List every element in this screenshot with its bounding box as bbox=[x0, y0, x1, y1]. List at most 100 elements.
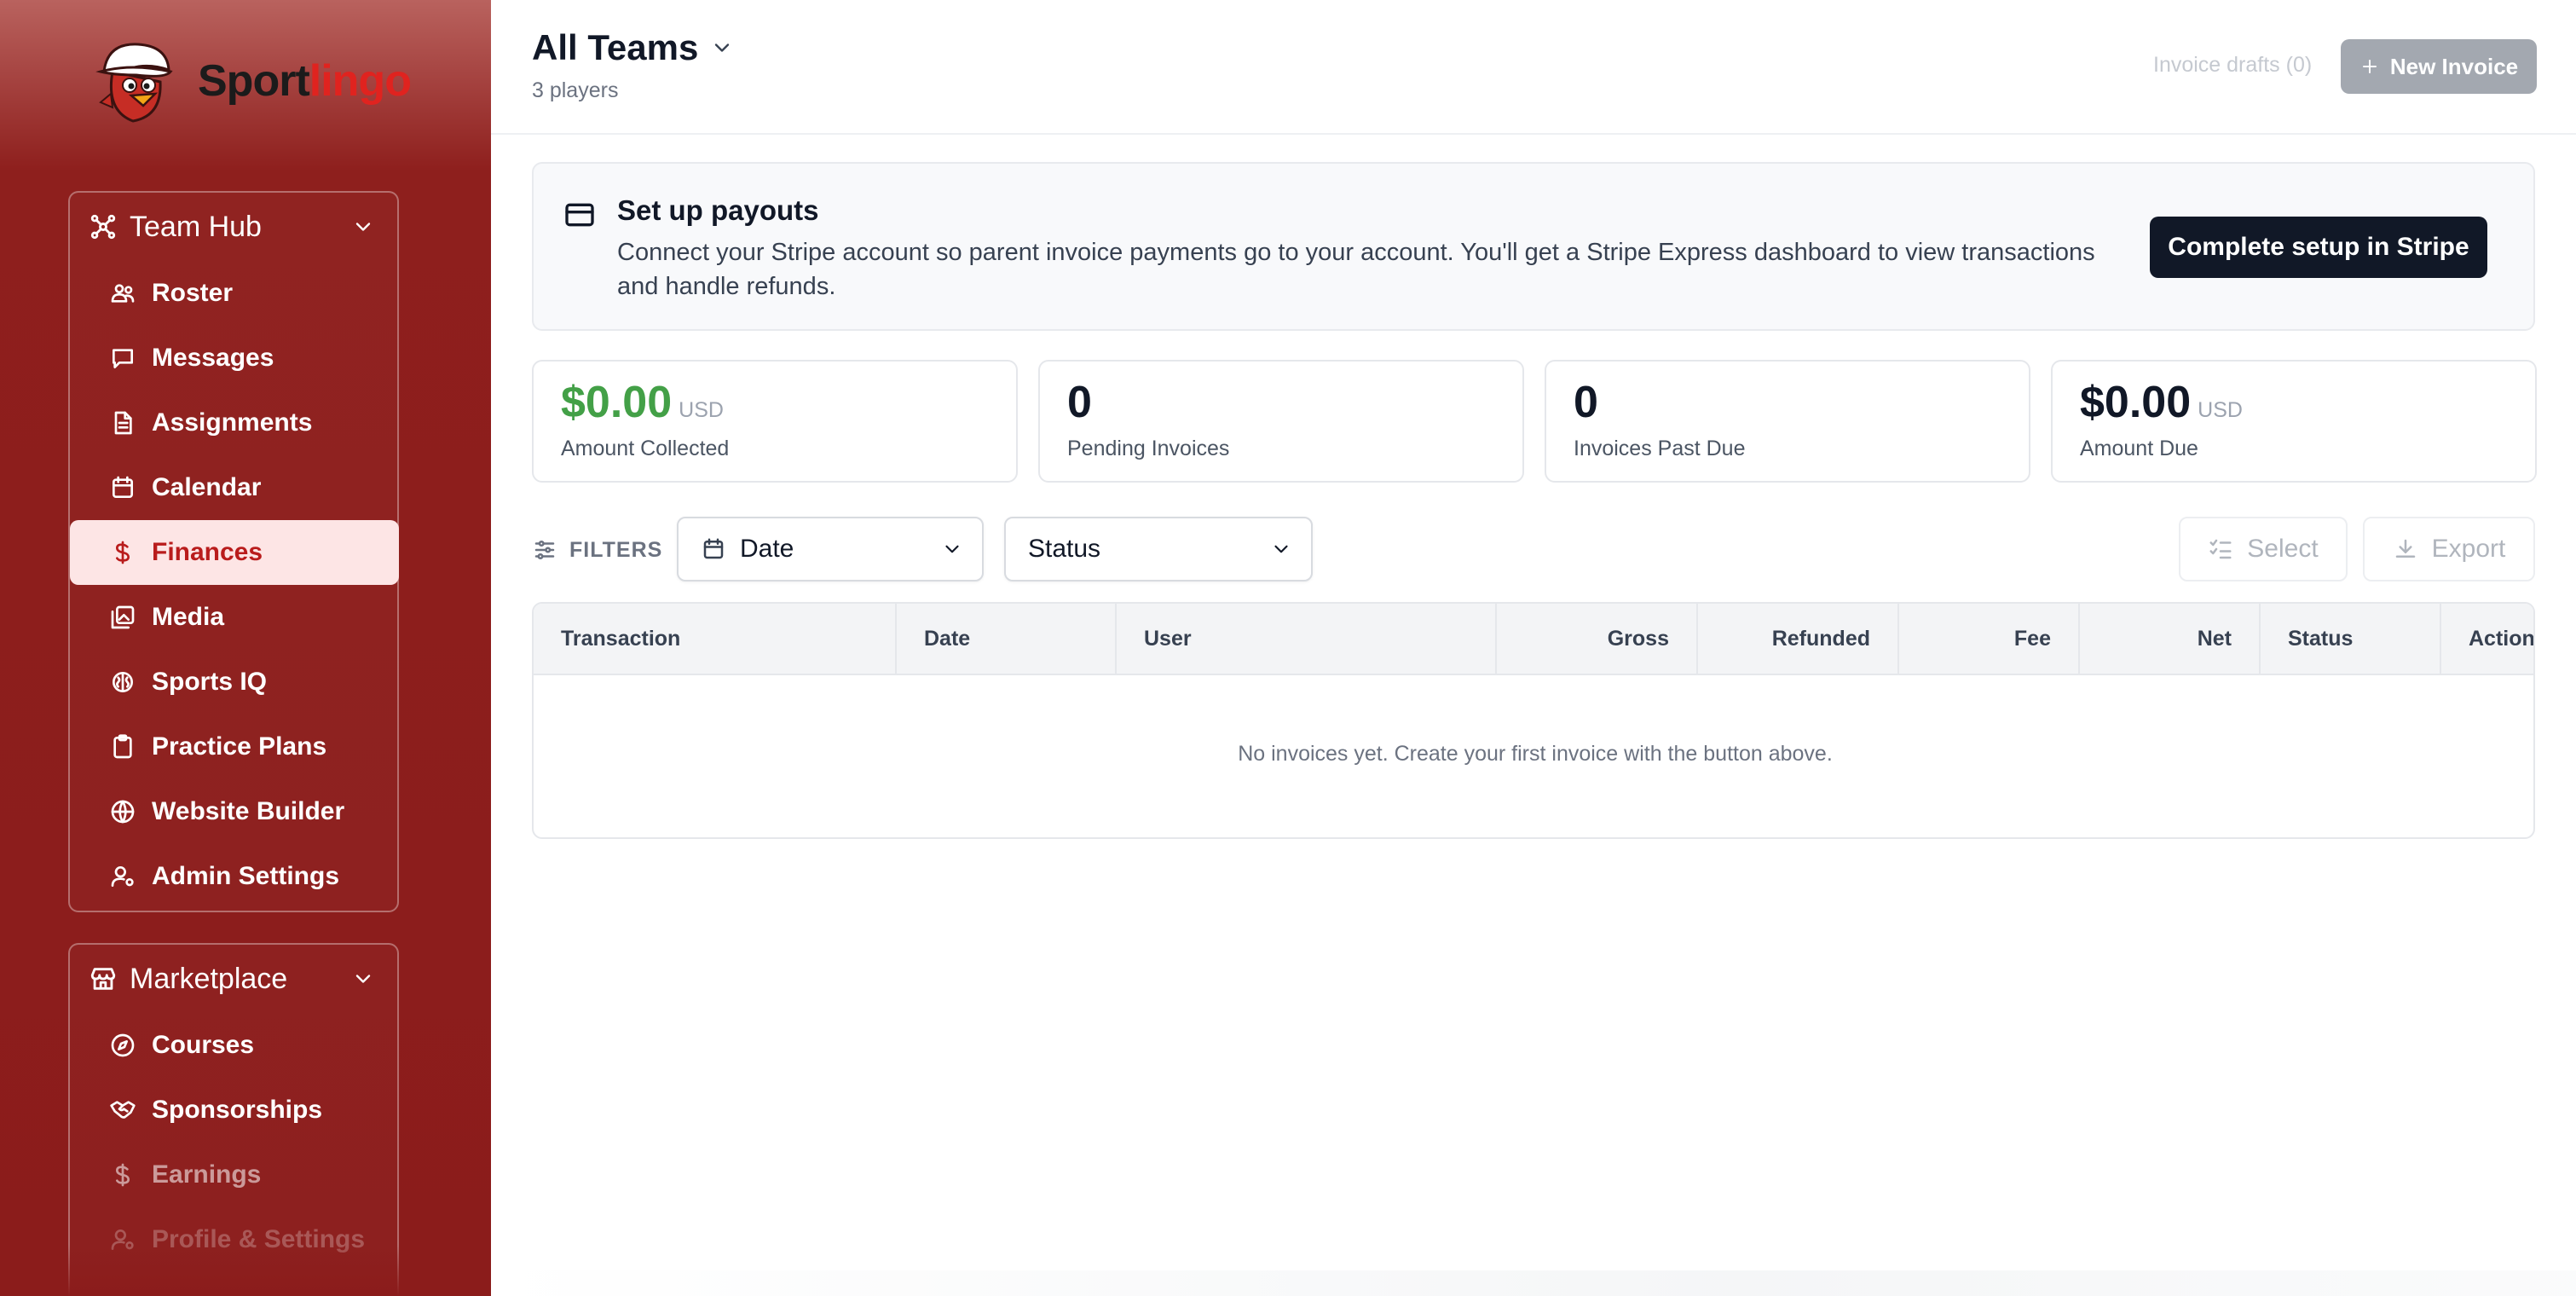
sidebar-item-roster[interactable]: Roster bbox=[70, 261, 397, 326]
sidebar-item-label: Finances bbox=[152, 538, 263, 566]
select-button[interactable]: Select bbox=[2179, 517, 2348, 581]
sidebar-scroll-fade bbox=[0, 1245, 491, 1296]
stat-amount: $0.00 bbox=[561, 378, 673, 427]
stat-card-invoices-past-due: 0 Invoices Past Due bbox=[1545, 360, 2030, 483]
dollar-icon bbox=[116, 541, 130, 564]
payout-description: Connect your Stripe account so parent in… bbox=[617, 239, 2095, 300]
player-count: 3 players bbox=[532, 78, 619, 102]
calendar-icon bbox=[113, 476, 133, 498]
sidebar-item-label: Calendar bbox=[152, 473, 262, 501]
network-icon bbox=[90, 214, 116, 240]
table-header-row: Transaction Date User Gross Refunded Fee… bbox=[534, 604, 2535, 675]
column-header-status[interactable]: Status bbox=[2261, 604, 2441, 674]
new-invoice-label: New Invoice bbox=[2389, 53, 2519, 79]
stat-label: Pending Invoices bbox=[1067, 437, 1230, 460]
stat-card-pending-invoices: 0 Pending Invoices bbox=[1038, 360, 1524, 483]
date-filter-select[interactable]: Date bbox=[677, 517, 984, 581]
stat-amount: $0.00 bbox=[2080, 378, 2192, 427]
download-icon bbox=[2395, 539, 2415, 558]
stat-value: 0 bbox=[1574, 378, 1598, 427]
team-selector[interactable]: All Teams bbox=[532, 27, 734, 68]
brand-logo[interactable]: Sportlingo bbox=[89, 34, 412, 128]
sidebar-item-label: Assignments bbox=[152, 408, 313, 437]
sidebar-item-assignments[interactable]: Assignments bbox=[70, 391, 397, 455]
sidebar-item-label: Media bbox=[152, 603, 225, 631]
main-content: All Teams 3 players Invoice drafts (0) N… bbox=[491, 0, 2576, 1296]
sliders-icon bbox=[534, 540, 555, 560]
column-header-action: Action bbox=[2469, 626, 2535, 651]
page-header: All Teams 3 players Invoice drafts (0) N… bbox=[491, 0, 2576, 135]
date-filter-label: Date bbox=[740, 535, 794, 563]
column-header-transaction[interactable]: Transaction bbox=[534, 604, 897, 674]
sidebar-item-practice-plans[interactable]: Practice Plans bbox=[70, 715, 397, 779]
window-bottom-shadow bbox=[491, 1270, 2576, 1296]
sidebar-item-calendar[interactable]: Calendar bbox=[70, 455, 397, 520]
sidebar-item-sponsorships[interactable]: Sponsorships bbox=[70, 1078, 397, 1143]
chevron-down-icon bbox=[355, 975, 371, 983]
stat-value: 0 bbox=[1067, 378, 1092, 427]
message-icon bbox=[113, 349, 133, 368]
column-header-net[interactable]: Net bbox=[2080, 604, 2261, 674]
marketplace-group: Marketplace Courses Sponsorships Earning… bbox=[68, 943, 399, 1296]
status-filter-label: Status bbox=[1028, 535, 1101, 563]
clipboard-icon bbox=[113, 734, 132, 759]
sidebar-item-sports-iq[interactable]: Sports IQ bbox=[70, 650, 397, 715]
brand-name-accent: lingo bbox=[309, 56, 412, 106]
plus-icon bbox=[2362, 60, 2377, 73]
roster-icon bbox=[111, 284, 135, 303]
stat-label: Amount Collected bbox=[561, 437, 730, 460]
sidebar-item-earnings[interactable]: Earnings bbox=[70, 1143, 397, 1207]
document-icon bbox=[114, 411, 132, 435]
sidebar-item-label: Earnings bbox=[152, 1160, 262, 1189]
column-header-date[interactable]: Date bbox=[897, 604, 1117, 674]
marketplace-header[interactable]: Marketplace bbox=[70, 945, 397, 1013]
page-title: All Teams bbox=[532, 27, 699, 67]
invoice-drafts-link[interactable]: Invoice drafts (0) bbox=[2153, 53, 2312, 78]
stat-currency: USD bbox=[2198, 398, 2243, 422]
handshake-icon bbox=[110, 1101, 136, 1119]
stat-value: $0.00 USD bbox=[561, 377, 724, 428]
chevron-down-icon bbox=[1274, 545, 1288, 553]
stat-card-amount-due: $0.00 USD Amount Due bbox=[2051, 360, 2537, 483]
sidebar-item-finances[interactable]: Finances bbox=[70, 520, 399, 585]
column-header-gross[interactable]: Gross bbox=[1497, 604, 1698, 674]
sidebar-item-courses[interactable]: Courses bbox=[70, 1013, 397, 1078]
filters-text: FILTERS bbox=[569, 537, 663, 562]
team-hub-header[interactable]: Team Hub bbox=[70, 193, 397, 261]
sidebar-item-label: Courses bbox=[152, 1031, 255, 1059]
credit-card-icon bbox=[565, 203, 594, 227]
media-icon bbox=[111, 605, 135, 629]
payout-title: Set up payouts bbox=[617, 194, 819, 226]
table-empty-message: No invoices yet. Create your first invoi… bbox=[1238, 742, 1833, 766]
sidebar-item-admin-settings[interactable]: Admin Settings bbox=[70, 844, 397, 909]
sidebar-item-label: Admin Settings bbox=[152, 862, 340, 890]
select-label: Select bbox=[2247, 535, 2319, 563]
stat-label: Amount Due bbox=[2080, 437, 2198, 460]
complete-stripe-setup-button[interactable]: Complete setup in Stripe bbox=[2150, 217, 2487, 278]
stat-card-amount-collected: $0.00 USD Amount Collected bbox=[532, 360, 1018, 483]
status-filter-select[interactable]: Status bbox=[1004, 517, 1313, 581]
globe-icon bbox=[111, 800, 135, 824]
sidebar-item-website-builder[interactable]: Website Builder bbox=[70, 779, 397, 844]
sidebar-item-media[interactable]: Media bbox=[70, 585, 397, 650]
column-header-user[interactable]: User bbox=[1117, 604, 1497, 674]
column-header-fee[interactable]: Fee bbox=[1899, 604, 2080, 674]
user-cog-icon bbox=[111, 866, 134, 887]
team-hub-group: Team Hub Roster Messages Assignments Cal… bbox=[68, 191, 399, 912]
store-icon bbox=[90, 968, 116, 990]
sidebar-item-label: Messages bbox=[152, 344, 274, 372]
sidebar-item-label: Sports IQ bbox=[152, 668, 268, 696]
brand-name-dark: Sport bbox=[198, 56, 310, 106]
chevron-down-icon bbox=[355, 223, 371, 231]
column-header-refunded[interactable]: Refunded bbox=[1698, 604, 1899, 674]
transactions-table: Transaction Date User Gross Refunded Fee… bbox=[532, 602, 2535, 839]
sidebar-item-label: Roster bbox=[152, 279, 234, 307]
stat-label: Invoices Past Due bbox=[1574, 437, 1746, 460]
chevron-down-icon bbox=[715, 43, 730, 52]
marketplace-title: Marketplace bbox=[130, 962, 288, 995]
export-button[interactable]: Export bbox=[2363, 517, 2535, 581]
chevron-down-icon bbox=[945, 545, 959, 553]
new-invoice-button[interactable]: New Invoice bbox=[2341, 39, 2537, 94]
sidebar-item-messages[interactable]: Messages bbox=[70, 326, 397, 391]
brain-icon bbox=[113, 672, 133, 692]
